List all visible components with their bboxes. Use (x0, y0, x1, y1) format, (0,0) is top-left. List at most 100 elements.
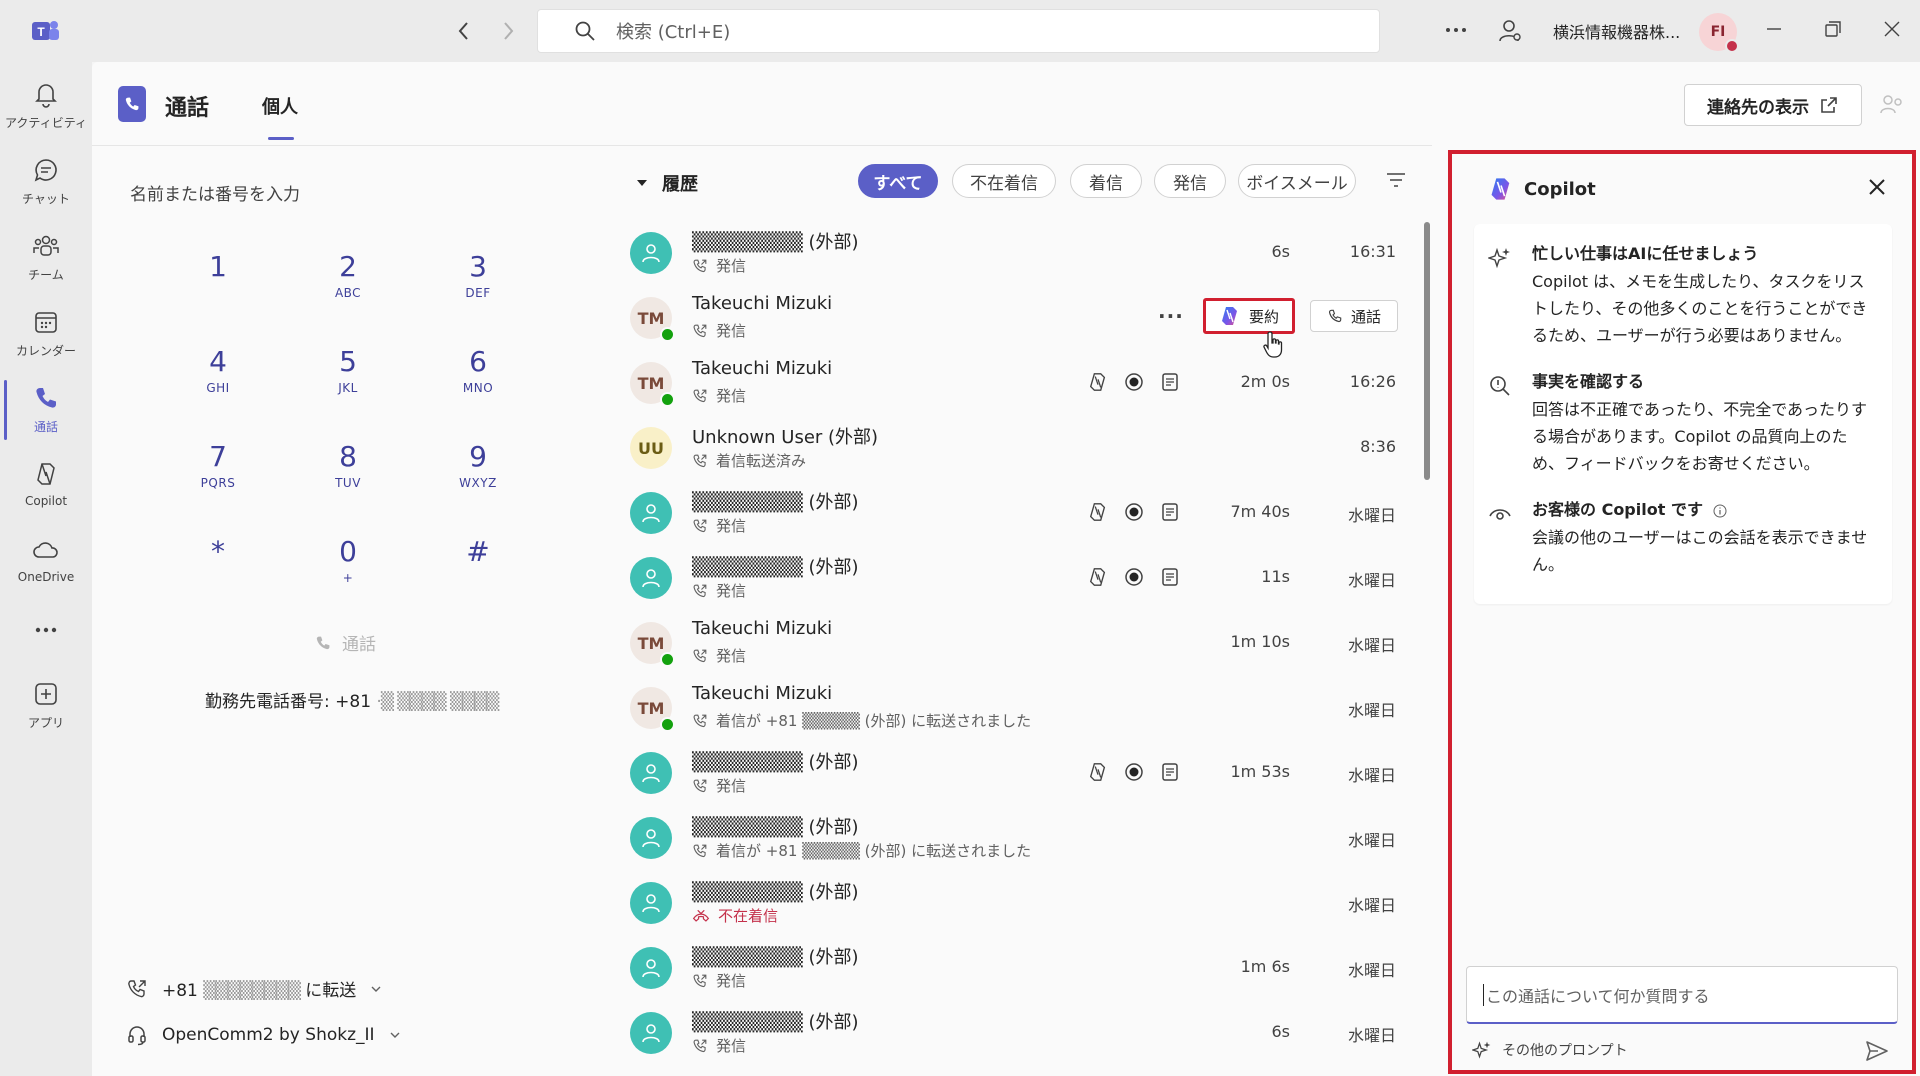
history-header[interactable]: 履歴 (636, 170, 698, 196)
dial-input[interactable]: 名前または番号を入力 (130, 180, 300, 205)
call-history-row[interactable]: ▒▒▒▒▒▒▒▒ (外部) 発信 6s 水曜日 (620, 1000, 1410, 1065)
call-history-row[interactable]: ▒▒▒▒▒▒▒▒ (外部) 発信 1m 6s 水曜日 (620, 935, 1410, 1000)
rail-item-calendar[interactable]: カレンダー (0, 300, 92, 370)
send-icon[interactable] (1864, 1038, 1890, 1064)
rail-item-activity[interactable]: アクティビティ (0, 72, 92, 142)
dialpad-key[interactable]: 4 GHI (173, 345, 263, 415)
contact-avatar (630, 492, 672, 534)
filter-outgoing[interactable]: 発信 (1154, 164, 1226, 198)
call-history-row[interactable]: ▒▒▒▒▒▒▒▒ (外部) 発信 1m 53s 水曜日 (620, 740, 1410, 805)
key-digit: # (466, 535, 490, 568)
dialpad-key[interactable]: 0 + (303, 535, 393, 605)
filter-voicemail[interactable]: ボイスメール (1238, 164, 1356, 198)
call-status: 着信転送済み (692, 450, 806, 471)
filter-icon[interactable] (1384, 170, 1408, 190)
call-status-text: 着信が +81 ▒▒▒▒▒ (外部) に転送されました (716, 842, 1032, 860)
call-direction-icon (692, 713, 708, 729)
info-icon[interactable] (1713, 504, 1727, 518)
copilot-recap-icon[interactable] (1088, 762, 1108, 782)
history-scrollbar[interactable] (1424, 222, 1430, 480)
call-status: 不在着信 (692, 905, 778, 926)
row-more-options-button[interactable]: ··· (1158, 304, 1184, 328)
rail-item-copilot[interactable]: Copilot (0, 452, 92, 522)
transcript-icon[interactable] (1160, 567, 1180, 587)
copilot-recap-icon[interactable] (1088, 567, 1108, 587)
dialpad-key[interactable]: 7 PQRS (173, 440, 263, 510)
contact-name: Unknown User (外部) (692, 427, 879, 448)
copilot-recap-icon[interactable] (1088, 502, 1108, 522)
organization-name[interactable]: 横浜情報機器株... (1553, 19, 1680, 43)
audio-device-setting[interactable]: OpenComm2 by Shokz_II (126, 1024, 401, 1046)
call-history-row[interactable]: TM Takeuchi Mizuki 発信 1m 10s 水曜日 (620, 610, 1410, 675)
filter-incoming[interactable]: 着信 (1070, 164, 1142, 198)
call-history-row[interactable]: ▒▒▒▒▒▒▒▒ (外部) 発信 11s 水曜日 (620, 545, 1410, 610)
call-history-row[interactable]: ▒▒▒▒▒▒▒▒ (外部) 発信 6s 16:31 (620, 220, 1410, 285)
call-status: 発信 (692, 970, 746, 991)
copilot-recap-icon[interactable] (1088, 372, 1108, 392)
recording-icon[interactable] (1124, 502, 1144, 522)
restore-icon[interactable] (1821, 17, 1845, 41)
dialpad-key[interactable]: 8 TUV (303, 440, 393, 510)
user-avatar[interactable]: FI (1699, 13, 1739, 53)
rail-item-chat[interactable]: チャット (0, 148, 92, 218)
transcript-icon[interactable] (1160, 502, 1180, 522)
contact-avatar (630, 1012, 672, 1054)
rail-item-teams[interactable]: チーム (0, 224, 92, 294)
dial-call-button[interactable]: 通話 (314, 630, 376, 655)
call-history-row[interactable]: ▒▒▒▒▒▒▒▒ (外部) 着信が +81 ▒▒▒▒▒ (外部) に転送されました… (620, 805, 1410, 870)
phone-icon (36, 388, 56, 408)
copilot-ask-input[interactable]: この通話について何か質問する (1466, 966, 1898, 1024)
close-icon[interactable] (1864, 174, 1890, 200)
row-call-button[interactable]: 通話 (1310, 300, 1398, 332)
minimize-icon[interactable] (1762, 17, 1786, 41)
call-direction-icon (692, 388, 708, 404)
dialpad-key[interactable]: 2 ABC (303, 250, 393, 320)
call-time: 水曜日 (1347, 896, 1396, 915)
call-history-row[interactable]: TM Takeuchi Mizuki 着信が +81 ▒▒▒▒▒ (外部) に転送さ… (620, 675, 1410, 740)
rail-label: アプリ (27, 716, 64, 730)
recording-icon[interactable] (1124, 567, 1144, 587)
close-window-icon[interactable] (1880, 17, 1904, 41)
rail-item-more[interactable] (0, 612, 92, 652)
filter-all[interactable]: すべて (858, 164, 938, 198)
recording-icon[interactable] (1124, 762, 1144, 782)
key-letters: PQRS (200, 476, 236, 490)
tab-personal[interactable]: 個人 (262, 93, 298, 119)
transcript-icon[interactable] (1160, 762, 1180, 782)
person-icon (639, 891, 663, 915)
more-prompts-button[interactable]: その他のプロンプト (1472, 1040, 1628, 1060)
call-artifacts (1088, 762, 1180, 782)
call-history-row[interactable]: UU Unknown User (外部) 着信転送済み 8:36 (620, 415, 1410, 480)
recording-icon[interactable] (1124, 372, 1144, 392)
call-status-text: 発信 (716, 582, 747, 600)
people-panel-icon[interactable] (1879, 93, 1905, 117)
dialpad-key[interactable]: 3 DEF (433, 250, 523, 320)
call-status: 発信 (692, 385, 746, 406)
dialpad-key[interactable]: 5 JKL (303, 345, 393, 415)
filter-missed[interactable]: 不在着信 (952, 164, 1056, 198)
call-history-row[interactable]: ▒▒▒▒▒▒▒▒ (外部) 発信 7m 40s 水曜日 (620, 480, 1410, 545)
call-status: 発信 (692, 580, 746, 601)
more-options-icon[interactable] (1444, 20, 1468, 40)
call-direction-icon (692, 518, 708, 534)
transcript-icon[interactable] (1160, 372, 1180, 392)
call-history-row[interactable]: TM Takeuchi Mizuki 発信 2m 0s 16:26 (620, 350, 1410, 415)
rail-item-calls[interactable]: 通話 (0, 376, 92, 446)
call-history-row[interactable]: ▒▒▒▒▒▒▒▒ (外部) 不在着信 水曜日 (620, 870, 1410, 935)
dialpad-key[interactable]: 1 (173, 250, 263, 320)
dialpad-key[interactable]: 6 MNO (433, 345, 523, 415)
summary-button[interactable]: 要約 (1203, 298, 1295, 334)
show-contacts-button[interactable]: 連絡先の表示 (1684, 84, 1862, 126)
dialpad-key[interactable]: * (173, 535, 263, 605)
forward-arrow-icon[interactable] (496, 17, 520, 45)
rail-item-onedrive[interactable]: OneDrive (0, 528, 92, 598)
back-arrow-icon[interactable] (452, 17, 476, 45)
people-settings-icon[interactable] (1497, 18, 1523, 44)
rail-item-apps[interactable]: アプリ (0, 672, 92, 742)
call-forward-setting[interactable]: +81 ▒▒▒▒▒▒▒▒ に転送 (126, 976, 382, 1001)
hand-cursor-icon (1262, 330, 1286, 360)
search-placeholder: 検索 (Ctrl+E) (616, 22, 731, 43)
search-box[interactable]: 検索 (Ctrl+E) (537, 9, 1380, 53)
dialpad-key[interactable]: # (433, 535, 523, 605)
dialpad-key[interactable]: 9 WXYZ (433, 440, 523, 510)
